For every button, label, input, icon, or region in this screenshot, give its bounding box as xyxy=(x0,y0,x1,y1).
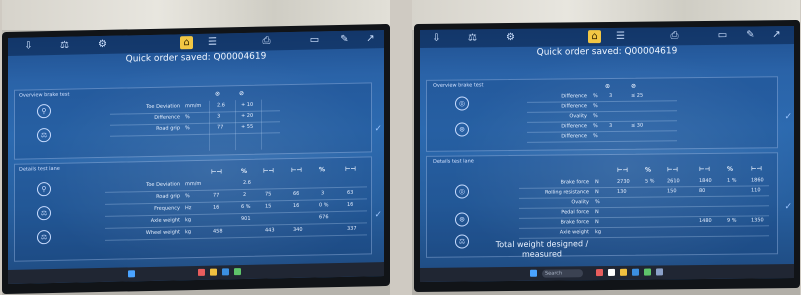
overview-panel: Overview brake test ◎ ⊛ ⊙ ⊘ Difference %… xyxy=(426,76,778,152)
steering-icon: ⊛ xyxy=(455,122,469,137)
panel-label: Details test lane xyxy=(19,165,60,173)
column-header: % xyxy=(645,166,652,174)
axle-icon: ⚲ xyxy=(37,104,51,119)
steering-icon: ⊘ xyxy=(239,89,245,98)
check-icon[interactable]: ✓ xyxy=(374,210,382,220)
gear-icon[interactable]: ⚙ xyxy=(96,38,109,51)
column-header: ⊢⊣ xyxy=(699,165,710,174)
browser-icon[interactable] xyxy=(632,268,639,276)
download-icon[interactable]: ⇩ xyxy=(22,39,35,52)
app-icon[interactable] xyxy=(644,268,651,276)
download-icon[interactable]: ⇩ xyxy=(430,32,443,45)
right-photo: ⇩ ⚖ ⚙ ⌂ ☰ ⎙ ▭ ✎ ↗ Quick order saved: Q00… xyxy=(412,0,800,295)
tools-icon[interactable]: ✎ xyxy=(744,28,757,41)
check-icon[interactable]: ✓ xyxy=(784,112,792,122)
left-photo: ⇩ ⚖ ⚙ ⌂ ☰ ⎙ ▭ ✎ ↗ Quick order saved: Q00… xyxy=(2,0,390,295)
weight-icon: ⚖ xyxy=(455,234,469,249)
folder-icon[interactable] xyxy=(620,268,627,276)
column-header: % xyxy=(319,166,326,174)
start-icon[interactable] xyxy=(128,270,135,278)
printer-icon[interactable]: ⎙ xyxy=(668,29,681,42)
column-header: ⊢⊣ xyxy=(345,165,356,173)
wheel-icon: ◎ xyxy=(455,184,469,199)
printer-icon[interactable]: ⎙ xyxy=(260,34,273,47)
column-header: ⊢⊣ xyxy=(211,168,222,176)
table-row: Difference xyxy=(154,114,180,121)
details-panel: Details test lane ⚲ ⚖ ⚖ ⊢⊣ % ⊢⊣ ⊢⊣ % ⊢⊣ … xyxy=(14,156,372,262)
column-header: ⊢⊣ xyxy=(291,166,302,175)
settings-icon[interactable]: ☰ xyxy=(206,36,219,49)
weight-icon: ⚖ xyxy=(37,230,51,245)
vehicle-axle-icon: ⚖ xyxy=(37,206,51,221)
app-icon[interactable] xyxy=(656,268,663,276)
home-icon[interactable]: ⌂ xyxy=(588,30,601,44)
screen-icon[interactable]: ▭ xyxy=(716,29,729,42)
panel-label: Overview brake test xyxy=(19,91,70,99)
panel-label: Overview brake test xyxy=(433,82,484,89)
table-row: Road grip xyxy=(156,193,180,200)
folder-icon[interactable] xyxy=(210,268,217,276)
screen-icon[interactable]: ▭ xyxy=(308,33,321,46)
gear-icon[interactable]: ⚙ xyxy=(504,31,517,44)
panel-label: Details test lane xyxy=(433,158,474,165)
search-input[interactable]: Search xyxy=(542,269,583,278)
app-icon[interactable] xyxy=(198,268,205,276)
settings-icon[interactable]: ☰ xyxy=(614,30,627,43)
vehicle-icon[interactable]: ⚖ xyxy=(58,39,71,52)
table-row: Wheel weight xyxy=(145,229,180,237)
steering-icon: ⊛ xyxy=(455,212,469,227)
table-row: Toe Deviation xyxy=(146,181,180,189)
table-row: Road grip xyxy=(156,125,180,132)
column-header: ⊢⊣ xyxy=(751,165,762,173)
tools-icon[interactable]: ✎ xyxy=(338,33,351,46)
wheel-icon: ⊙ xyxy=(605,82,611,91)
vehicle-axle-icon: ⚖ xyxy=(37,128,51,143)
arrow-icon[interactable]: ↗ xyxy=(364,32,377,45)
monitor-bezel: ⇩ ⚖ ⚙ ⌂ ☰ ⎙ ▭ ✎ ↗ Quick order saved: Q00… xyxy=(2,23,390,295)
start-icon[interactable] xyxy=(530,269,537,277)
column-header: % xyxy=(241,167,248,176)
wheel-icon: ◎ xyxy=(455,96,469,111)
table-row: Toe Deviation xyxy=(146,103,180,111)
browser-icon[interactable] xyxy=(222,268,229,276)
monitor-screen: ⇩ ⚖ ⚙ ⌂ ☰ ⎙ ▭ ✎ ↗ Quick order saved: Q00… xyxy=(420,26,794,282)
taskbar xyxy=(8,262,384,284)
table-row: Frequency xyxy=(154,205,180,212)
taskbar: Search xyxy=(420,264,794,282)
overview-panel: Overview brake test ⚲ ⚖ ⊙ ⊘ Toe Deviatio… xyxy=(14,82,372,160)
wheel-icon: ⊙ xyxy=(215,90,221,98)
column-header: % xyxy=(727,165,734,173)
details-panel: Details test lane ◎ ⊛ ⚖ ⊢⊣ % ⊢⊣ ⊢⊣ % ⊢⊣ … xyxy=(426,152,778,259)
check-icon[interactable]: ✓ xyxy=(374,124,382,134)
check-icon[interactable]: ✓ xyxy=(784,202,792,212)
home-icon[interactable]: ⌂ xyxy=(180,36,193,50)
app-icon[interactable] xyxy=(596,269,603,277)
monitor-screen: ⇩ ⚖ ⚙ ⌂ ☰ ⎙ ▭ ✎ ↗ Quick order saved: Q00… xyxy=(8,30,384,284)
monitor-bezel: ⇩ ⚖ ⚙ ⌂ ☰ ⎙ ▭ ✎ ↗ Quick order saved: Q00… xyxy=(414,19,800,293)
table-row: Axle weight xyxy=(150,217,180,224)
column-header: ⊢⊣ xyxy=(263,167,274,175)
arrow-icon[interactable]: ↗ xyxy=(770,28,783,41)
vehicle-icon[interactable]: ⚖ xyxy=(466,31,479,44)
app-icon[interactable] xyxy=(234,268,241,276)
total-weight-label: Total weight designed / measured xyxy=(495,239,589,259)
axle-icon: ⚲ xyxy=(37,182,51,197)
app-icon[interactable] xyxy=(608,268,615,276)
column-header: ⊢⊣ xyxy=(667,166,678,174)
steering-icon: ⊘ xyxy=(631,82,637,90)
column-header: ⊢⊣ xyxy=(617,166,628,174)
